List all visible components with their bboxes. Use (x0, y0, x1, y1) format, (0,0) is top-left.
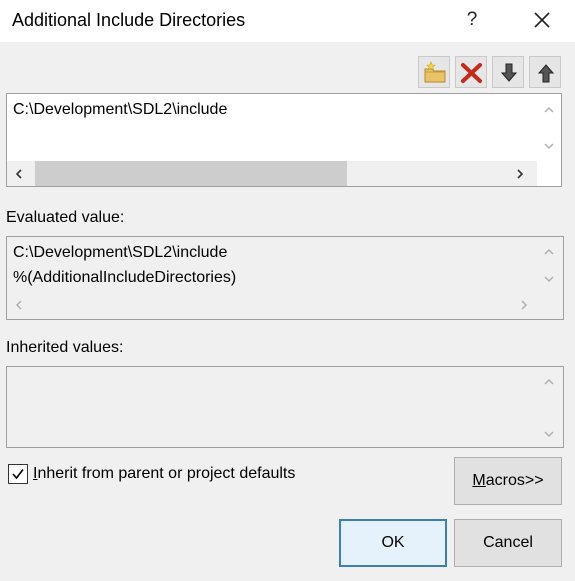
cancel-button-label: Cancel (483, 534, 533, 551)
inherit-checkbox-label[interactable]: Inherit from parent or project defaults (33, 465, 295, 483)
arrow-down-icon (500, 63, 518, 82)
window-title: Additional Include Directories (12, 10, 246, 30)
scroll-left-icon[interactable] (12, 167, 26, 181)
close-button[interactable] (524, 4, 560, 36)
close-icon (534, 12, 550, 28)
scroll-down-icon[interactable] (542, 272, 556, 286)
help-button[interactable]: ? (457, 4, 487, 36)
inherit-checkbox[interactable] (8, 464, 28, 484)
evaluated-value-label: Evaluated value: (6, 209, 125, 226)
scroll-down-icon[interactable] (542, 427, 556, 441)
evaluated-line: %(AdditionalIncludeDirectories) (13, 269, 237, 286)
new-line-button[interactable] (418, 56, 450, 88)
new-folder-icon (424, 61, 446, 83)
scroll-right-icon[interactable] (517, 298, 531, 312)
ok-button[interactable]: OK (339, 519, 447, 567)
delete-button[interactable] (455, 56, 487, 88)
arrow-up-icon (537, 64, 555, 83)
checkmark-icon (12, 469, 24, 480)
scroll-down-icon[interactable] (542, 139, 556, 153)
move-down-button[interactable] (492, 56, 524, 88)
evaluated-value-box: C:\Development\SDL2\include %(Additional… (6, 236, 564, 320)
scroll-up-icon[interactable] (542, 245, 556, 259)
scrollbar-thumb[interactable] (35, 161, 347, 186)
ok-button-label: OK (381, 534, 405, 551)
cancel-button[interactable]: Cancel (454, 519, 562, 567)
scroll-left-icon[interactable] (12, 298, 26, 312)
scroll-up-icon[interactable] (542, 103, 556, 117)
editor-line[interactable]: C:\Development\SDL2\include (13, 101, 227, 119)
move-up-button[interactable] (529, 56, 561, 88)
horizontal-scrollbar[interactable] (7, 161, 537, 186)
evaluated-line: C:\Development\SDL2\include (13, 244, 228, 261)
scroll-right-icon[interactable] (513, 167, 527, 181)
scroll-up-icon[interactable] (542, 375, 556, 389)
title-bar: Additional Include Directories ? (0, 0, 575, 42)
inherited-values-label: Inherited values: (6, 339, 124, 356)
include-directories-editor[interactable]: C:\Development\SDL2\include (6, 93, 562, 187)
delete-x-icon (461, 63, 482, 83)
inherited-values-box (6, 366, 564, 448)
macros-button-label: Macros>> (472, 472, 544, 489)
macros-button[interactable]: Macros>> (454, 457, 562, 505)
